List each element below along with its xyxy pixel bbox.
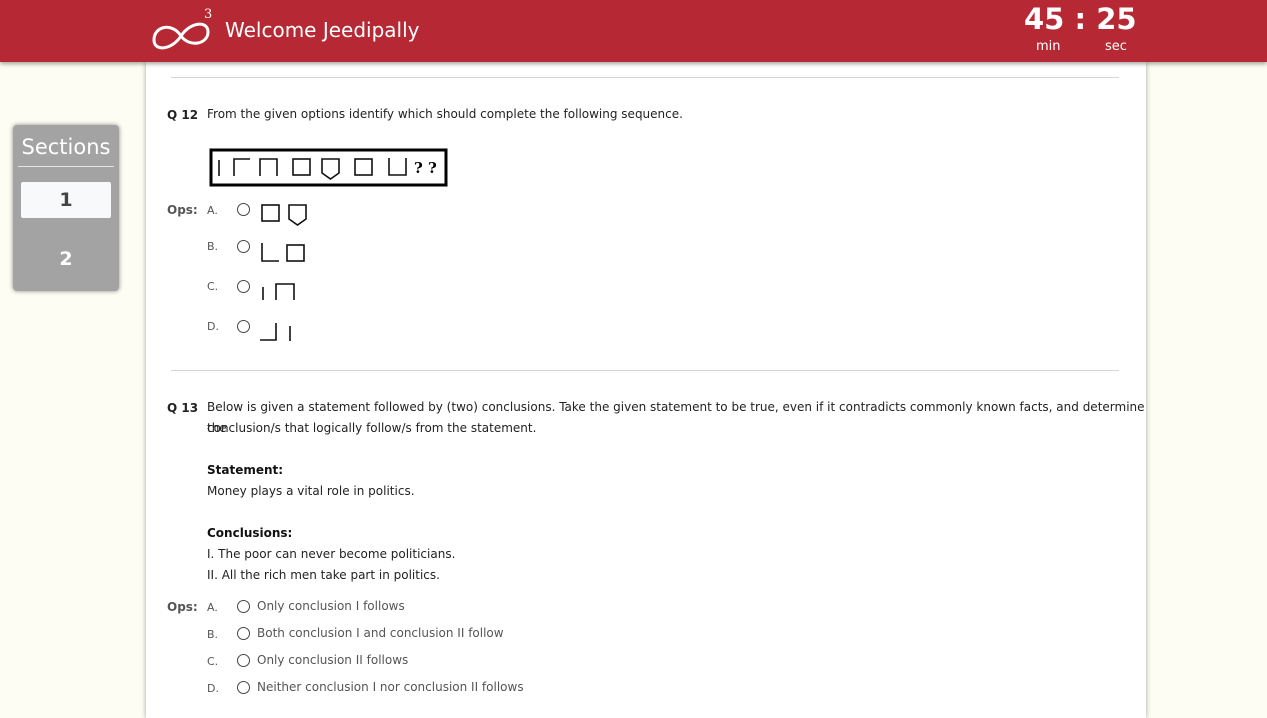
option-letter: C. <box>207 280 219 293</box>
ops-label: Ops: <box>167 203 198 217</box>
conclusions-label: Conclusions: <box>207 526 293 540</box>
sections-panel: Sections 1 2 <box>13 125 119 291</box>
timer-seconds: 25 <box>1096 2 1137 36</box>
option-a-text[interactable]: Only conclusion I follows <box>257 599 405 613</box>
option-c-text[interactable]: Only conclusion II follows <box>257 653 408 667</box>
option-letter: A. <box>207 601 218 614</box>
statement-label: Statement: <box>207 463 284 477</box>
timer-sec-label: sec <box>1105 39 1127 54</box>
divider <box>171 370 1119 371</box>
question-number: Q 12 <box>167 108 199 122</box>
sequence-figure: ? ? <box>209 148 448 187</box>
option-d-figure[interactable] <box>260 321 300 343</box>
option-a-figure[interactable] <box>260 203 310 228</box>
option-b-figure[interactable] <box>260 242 310 264</box>
logo-icon: 3 <box>152 7 212 50</box>
option-b-radio[interactable] <box>237 240 250 253</box>
sections-divider <box>18 166 114 167</box>
option-letter: D. <box>207 682 219 695</box>
countdown-timer: 45 : 25 min sec <box>1024 2 1139 60</box>
question-panel[interactable]: Q 12 From the given options identify whi… <box>146 62 1146 718</box>
option-c-radio[interactable] <box>237 654 250 667</box>
timer-minutes: 45 <box>1024 2 1065 36</box>
timer-digits: 45 : 25 <box>1024 2 1137 36</box>
logo-superscript: 3 <box>204 7 212 22</box>
sections-title: Sections <box>21 135 111 159</box>
option-d-text[interactable]: Neither conclusion I nor conclusion II f… <box>257 680 524 694</box>
option-letter: B. <box>207 628 219 641</box>
conclusion-2: II. All the rich men take part in politi… <box>207 568 440 582</box>
top-bar: 3 Welcome Jeedipally 45 : 25 min sec <box>0 0 1267 62</box>
question-text: From the given options identify which sh… <box>207 107 683 121</box>
option-b-text[interactable]: Both conclusion I and conclusion II foll… <box>257 626 504 640</box>
divider <box>171 77 1119 78</box>
option-d-radio[interactable] <box>237 320 250 333</box>
option-letter: B. <box>207 240 219 253</box>
section-1-button[interactable]: 1 <box>21 182 111 218</box>
option-d-radio[interactable] <box>237 681 250 694</box>
option-a-radio[interactable] <box>237 203 250 216</box>
option-letter: D. <box>207 320 219 333</box>
statement-text: Money plays a vital role in politics. <box>207 484 415 498</box>
welcome-text: Welcome Jeedipally <box>225 18 420 42</box>
timer-min-label: min <box>1036 39 1061 54</box>
ops-label: Ops: <box>167 600 198 614</box>
question-number: Q 13 <box>167 401 199 415</box>
timer-separator: : <box>1074 2 1087 36</box>
option-letter: A. <box>207 204 218 217</box>
conclusion-1: I. The poor can never become politicians… <box>207 547 456 561</box>
option-c-radio[interactable] <box>237 280 250 293</box>
section-2-button[interactable]: 2 <box>21 241 111 277</box>
option-b-radio[interactable] <box>237 627 250 640</box>
option-letter: C. <box>207 655 219 668</box>
option-a-radio[interactable] <box>237 600 250 613</box>
question-text-line-2: conclusion/s that logically follow/s fro… <box>207 421 537 435</box>
unknown-marks: ? ? <box>414 159 437 177</box>
option-c-figure[interactable] <box>260 283 300 303</box>
